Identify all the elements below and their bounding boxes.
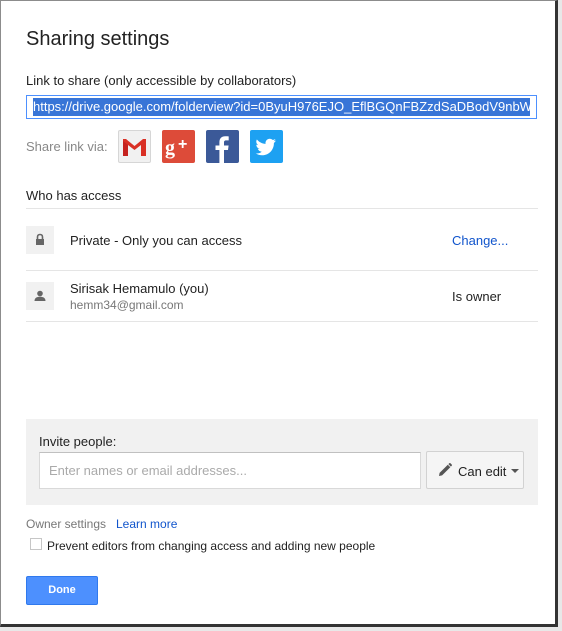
invite-people-input[interactable] bbox=[39, 452, 421, 489]
share-link-via-label: Share link via: bbox=[26, 139, 108, 154]
google-plus-icon[interactable]: g + bbox=[162, 130, 195, 163]
invite-people-label: Invite people: bbox=[39, 434, 117, 449]
owner-settings-label: Owner settings bbox=[26, 517, 107, 531]
svg-text:+: + bbox=[178, 136, 187, 153]
permission-label: Can edit bbox=[458, 464, 507, 479]
done-button[interactable]: Done bbox=[26, 576, 98, 605]
link-to-share-label: Link to share (only accessible by collab… bbox=[26, 73, 297, 88]
svg-text:g: g bbox=[165, 137, 175, 159]
access-level-text: Private - Only you can access bbox=[70, 233, 242, 248]
prevent-editors-checkbox[interactable] bbox=[30, 538, 42, 550]
divider bbox=[26, 208, 538, 209]
permission-dropdown[interactable]: Can edit bbox=[426, 451, 524, 489]
divider bbox=[26, 321, 538, 322]
invite-people-panel: Invite people: Can edit bbox=[26, 419, 538, 505]
lock-icon bbox=[26, 226, 54, 254]
divider bbox=[26, 270, 538, 271]
dialog-title: Sharing settings bbox=[26, 28, 170, 50]
twitter-icon[interactable] bbox=[250, 130, 283, 163]
change-access-link[interactable]: Change... bbox=[452, 233, 508, 248]
gmail-icon[interactable] bbox=[118, 130, 151, 163]
collaborator-email: hemm34@gmail.com bbox=[70, 298, 184, 312]
pencil-icon bbox=[437, 462, 453, 481]
who-has-access-heading: Who has access bbox=[26, 188, 122, 203]
prevent-editors-label: Prevent editors from changing access and… bbox=[47, 539, 376, 553]
collaborator-role: Is owner bbox=[452, 289, 502, 304]
facebook-icon[interactable] bbox=[206, 130, 239, 163]
sharing-settings-dialog: Sharing settings Link to share (only acc… bbox=[0, 0, 558, 627]
person-icon bbox=[26, 282, 54, 310]
learn-more-link[interactable]: Learn more bbox=[116, 517, 177, 531]
chevron-down-icon bbox=[511, 469, 519, 473]
collaborator-name: Sirisak Hemamulo (you) bbox=[70, 281, 209, 296]
share-link-field[interactable]: https://drive.google.com/folderview?id=0… bbox=[26, 95, 537, 119]
share-link-value: https://drive.google.com/folderview?id=0… bbox=[33, 98, 530, 116]
